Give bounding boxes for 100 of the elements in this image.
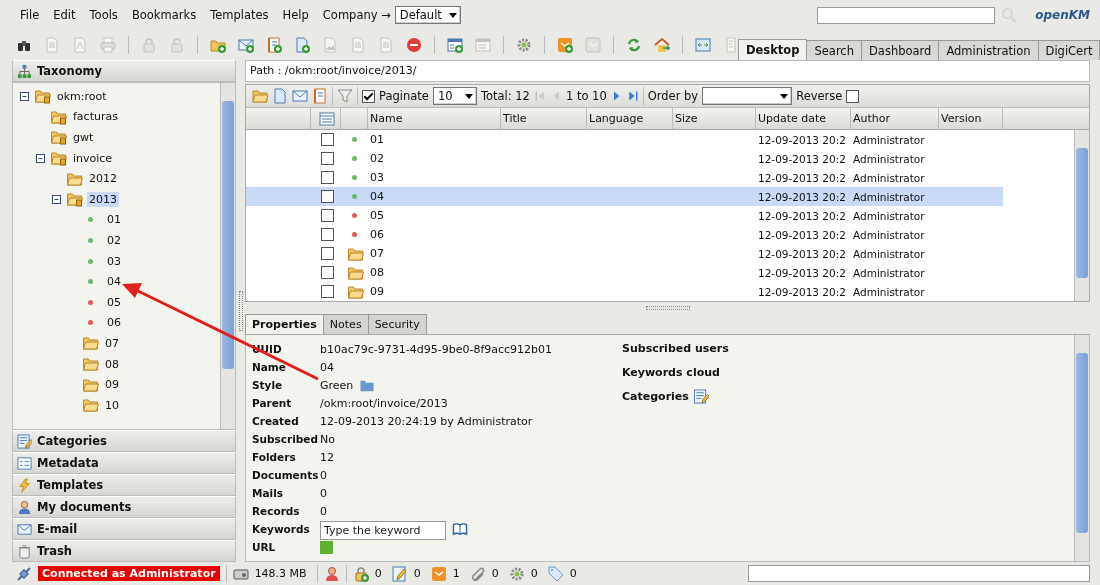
tree-item[interactable]: gwt: [71, 130, 96, 145]
add-folder-icon[interactable]: [210, 37, 226, 53]
paperclip-icon[interactable]: [469, 565, 486, 582]
order-by-select[interactable]: [702, 87, 793, 105]
add-mail-icon[interactable]: [238, 37, 254, 53]
table-row[interactable]: 08 12-09-2013 20:2 Administrator: [246, 263, 1003, 282]
home-icon[interactable]: [654, 37, 670, 53]
folder-icon[interactable]: [252, 88, 268, 104]
table-row[interactable]: 04 12-09-2013 20:2 Administrator: [246, 187, 1003, 206]
tree-item[interactable]: 02: [105, 232, 123, 248]
tree-item[interactable]: 06: [105, 315, 123, 331]
panel-header[interactable]: Trash: [12, 540, 236, 562]
tree-item[interactable]: 03: [105, 253, 123, 269]
tree-item[interactable]: invoice: [71, 150, 115, 166]
scrollbar[interactable]: [220, 83, 235, 429]
edit-icon[interactable]: [391, 565, 408, 582]
checkbox[interactable]: [362, 89, 375, 103]
tree-item[interactable]: 09: [103, 377, 121, 393]
edit-list-icon[interactable]: [692, 389, 709, 404]
table-row[interactable]: 07 12-09-2013 20:2 Administrator: [246, 244, 1003, 263]
panel-header[interactable]: Templates: [12, 474, 236, 496]
last-page-icon[interactable]: [626, 89, 639, 103]
column-header[interactable]: Name: [368, 108, 501, 129]
stop-icon[interactable]: [406, 37, 422, 53]
checkbox[interactable]: [320, 247, 334, 260]
panel-header[interactable]: Metadata: [12, 452, 236, 474]
column-header[interactable]: Version: [939, 108, 1003, 129]
panel-header[interactable]: Categories: [12, 430, 236, 452]
mail-icon[interactable]: [292, 88, 308, 104]
tree-item[interactable]: 08: [103, 356, 121, 372]
column-header[interactable]: Language: [587, 108, 673, 129]
checkbox[interactable]: [846, 89, 860, 103]
lock-icon[interactable]: [352, 565, 369, 582]
tab[interactable]: Properties: [245, 314, 324, 334]
add-form-icon[interactable]: [447, 37, 463, 53]
tree-item[interactable]: 2012: [87, 171, 119, 187]
collapse-icon[interactable]: [35, 152, 46, 164]
tree-item[interactable]: 04: [105, 274, 123, 290]
panel-header[interactable]: My documents: [12, 496, 236, 518]
column-header[interactable]: Title: [501, 108, 587, 129]
tab[interactable]: Security: [367, 314, 427, 334]
tab[interactable]: Notes: [322, 314, 369, 334]
menu-item[interactable]: File: [20, 8, 40, 22]
collapse-icon[interactable]: [51, 193, 62, 205]
menu-item[interactable]: Bookmarks: [131, 8, 197, 22]
checkbox[interactable]: [320, 209, 334, 222]
panel-header[interactable]: E-mail: [12, 518, 236, 540]
menu-item[interactable]: Tools: [89, 8, 118, 22]
tree-item[interactable]: okm:root: [55, 88, 109, 104]
checkbox[interactable]: [320, 152, 334, 165]
filter-icon[interactable]: [337, 88, 353, 104]
tab[interactable]: Search: [806, 40, 862, 60]
tree-item[interactable]: 10: [103, 397, 121, 413]
tab[interactable]: Dashboard: [861, 40, 940, 60]
settings-icon[interactable]: [516, 37, 532, 53]
table-row[interactable]: 05 12-09-2013 20:2 Administrator: [246, 206, 1003, 225]
tree-item[interactable]: 2013: [87, 191, 119, 207]
add-notebook-icon[interactable]: [266, 37, 282, 53]
keyword-field[interactable]: Type the keyword: [320, 520, 446, 540]
split-view-icon[interactable]: [695, 37, 711, 53]
column-header[interactable]: Update date: [756, 108, 851, 129]
checkbox[interactable]: [320, 171, 334, 184]
checkbox[interactable]: [320, 228, 334, 241]
table-row[interactable]: 02 12-09-2013 20:2 Administrator: [246, 149, 1003, 168]
column-header[interactable]: Author: [851, 108, 939, 129]
collapse-icon[interactable]: [19, 90, 30, 102]
columns-icon[interactable]: [318, 110, 335, 127]
company-select[interactable]: Default: [394, 6, 461, 24]
menu-item[interactable]: Edit: [53, 8, 76, 22]
search-field[interactable]: [817, 6, 996, 24]
panel-header[interactable]: Taxonomy: [12, 60, 236, 82]
refresh-icon[interactable]: [626, 37, 642, 53]
tab[interactable]: Desktop: [738, 39, 808, 60]
add-document-icon[interactable]: [294, 37, 310, 53]
user-icon[interactable]: [323, 565, 340, 582]
checkbox[interactable]: [320, 190, 334, 203]
checkbox[interactable]: [320, 266, 334, 279]
page-size-select[interactable]: 10: [432, 87, 477, 105]
table-row[interactable]: 09 12-09-2013 20:2 Administrator: [246, 282, 1003, 301]
mail-icon[interactable]: [430, 565, 447, 582]
table-row[interactable]: 01 12-09-2013 20:2 Administrator: [246, 130, 1003, 149]
first-page-icon[interactable]: [533, 89, 546, 103]
tab[interactable]: DigiCert: [1037, 40, 1100, 60]
add-mail-icon[interactable]: [557, 37, 573, 53]
checkbox[interactable]: [320, 285, 334, 298]
scrollbar[interactable]: [1074, 335, 1089, 561]
column-header[interactable]: Size: [673, 108, 756, 129]
document-icon[interactable]: [272, 88, 288, 104]
table-row[interactable]: 03 12-09-2013 20:2 Administrator: [246, 168, 1003, 187]
book-icon[interactable]: [452, 521, 468, 537]
tab[interactable]: Administration: [938, 40, 1039, 60]
menu-item[interactable]: Help: [282, 8, 309, 22]
settings-icon[interactable]: [508, 565, 525, 582]
tree-item[interactable]: 01: [105, 212, 123, 228]
tree-item[interactable]: facturas: [71, 109, 120, 125]
scrollbar[interactable]: [1074, 130, 1089, 301]
tree-item[interactable]: 07: [103, 335, 121, 351]
notebook-icon[interactable]: [312, 88, 328, 104]
table-row[interactable]: 06 12-09-2013 20:2 Administrator: [246, 225, 1003, 244]
menu-item[interactable]: Templates: [210, 8, 269, 22]
